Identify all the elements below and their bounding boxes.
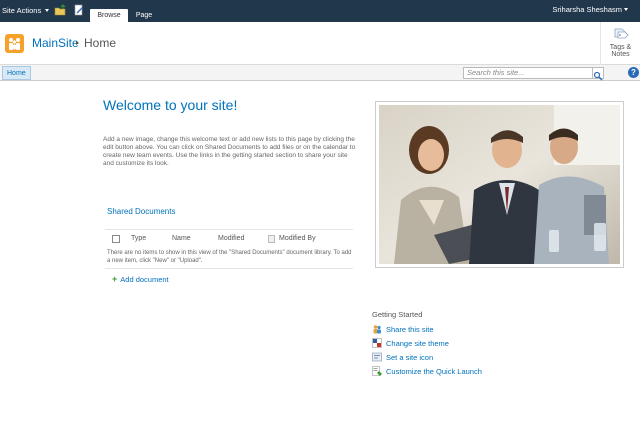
column-name[interactable]: Name (172, 235, 191, 242)
site-icon-icon (372, 352, 382, 362)
add-document-label: Add document (120, 274, 169, 284)
intro-text: Add a new image, change this welcome tex… (103, 136, 356, 167)
nav-tab-home[interactable]: Home (2, 66, 31, 80)
site-actions-label: Site Actions (2, 6, 42, 15)
help-icon[interactable]: ? (628, 67, 639, 78)
search-icon (593, 71, 603, 81)
plus-icon: + (112, 274, 118, 284)
getting-started-quick-launch[interactable]: Customize the Quick Launch (372, 366, 482, 376)
page-title: Welcome to your site! (103, 97, 238, 113)
tags-notes-label-2: Notes (611, 51, 630, 58)
tags-notes-button[interactable]: Tags & Notes (600, 22, 640, 65)
select-all-checkbox[interactable] (112, 235, 120, 243)
quick-launch-label: Customize the Quick Launch (386, 366, 482, 376)
theme-icon (372, 338, 382, 348)
edit-page-icon[interactable] (73, 4, 85, 16)
set-icon-label: Set a site icon (386, 352, 434, 362)
breadcrumb-page: Home (84, 36, 117, 50)
user-menu[interactable]: Sriharsha Sheshasm (552, 5, 628, 14)
getting-started-share-site[interactable]: Share this site (372, 324, 434, 334)
search-input[interactable]: Search this site... (463, 67, 593, 79)
site-logo-icon[interactable] (5, 34, 24, 53)
getting-started-change-theme[interactable]: Change site theme (372, 338, 449, 348)
breadcrumb-arrow-icon (76, 41, 79, 45)
column-modified[interactable]: Modified (218, 235, 244, 242)
site-actions-menu[interactable]: Site Actions (2, 6, 50, 15)
shared-documents-title[interactable]: Shared Documents (107, 207, 175, 216)
ribbon-bar: Site Actions Browse Page Sriharsha Shesh… (0, 0, 640, 22)
tags-notes-label-1: Tags & (609, 44, 632, 51)
share-site-label: Share this site (386, 324, 434, 334)
top-navigation: Home Search this site... ? (0, 65, 640, 81)
search-button[interactable] (592, 67, 604, 81)
column-modified-by[interactable]: Modified By (279, 235, 316, 242)
site-title-link[interactable]: MainSite (32, 36, 79, 50)
add-document-link[interactable]: + Add document (112, 274, 169, 284)
title-row: MainSite Home Tags & Notes (0, 22, 640, 65)
welcome-image-frame (375, 101, 624, 268)
empty-list-message: There are no items to show in this view … (107, 250, 352, 264)
tab-page[interactable]: Page (130, 9, 158, 22)
user-name: Sriharsha Sheshasm (552, 5, 622, 14)
navigate-up-icon[interactable] (54, 4, 66, 16)
attachment-icon (268, 235, 275, 243)
chevron-down-icon (45, 9, 50, 12)
share-site-icon (373, 325, 381, 334)
welcome-image (379, 105, 620, 264)
list-divider (105, 268, 353, 269)
tags-icon (614, 28, 629, 39)
getting-started-set-icon[interactable]: Set a site icon (372, 352, 433, 362)
list-header-row: Type Name Modified Modified By (105, 229, 353, 245)
change-theme-label: Change site theme (386, 338, 449, 348)
tab-browse[interactable]: Browse (90, 9, 128, 22)
getting-started-title: Getting Started (372, 310, 423, 319)
column-type[interactable]: Type (131, 235, 146, 242)
quick-launch-icon (372, 366, 382, 376)
chevron-down-icon (624, 8, 628, 11)
